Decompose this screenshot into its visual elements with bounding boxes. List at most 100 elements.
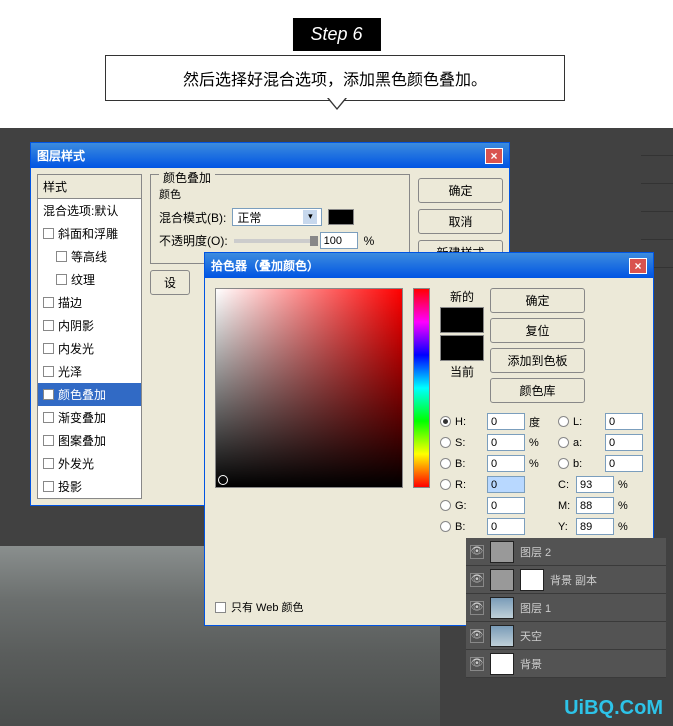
current-color-label: 当前 <box>450 363 474 380</box>
ok-button[interactable]: 确定 <box>418 178 503 203</box>
blend-mode-label: 混合模式(B): <box>159 209 226 226</box>
mask-thumb <box>520 569 544 591</box>
b2-radio[interactable] <box>440 521 451 532</box>
opacity-input[interactable] <box>320 232 358 249</box>
color-overlay-group: 颜色叠加 颜色 混合模式(B): 正常 ▾ 不透明度(O): % <box>150 174 410 264</box>
g-input[interactable] <box>487 497 525 514</box>
y-input[interactable] <box>576 518 614 535</box>
style-blend-default[interactable]: 混合选项:默认 <box>38 199 141 222</box>
s-radio[interactable] <box>440 437 451 448</box>
tool-button[interactable] <box>641 128 673 156</box>
color-sublabel: 颜色 <box>159 186 401 202</box>
layer-row[interactable]: 👁背景 副本 <box>466 566 666 594</box>
style-drop-shadow[interactable]: 投影 <box>38 475 141 498</box>
style-stroke[interactable]: 描边 <box>38 291 141 314</box>
l-input[interactable] <box>605 413 643 430</box>
c-input[interactable] <box>576 476 614 493</box>
pointer-icon <box>327 98 347 110</box>
l-radio[interactable] <box>558 416 569 427</box>
h-input[interactable] <box>487 413 525 430</box>
ok-button[interactable]: 确定 <box>490 288 585 313</box>
r-radio[interactable] <box>440 479 451 490</box>
add-swatch-button[interactable]: 添加到色板 <box>490 348 585 373</box>
style-texture[interactable]: 纹理 <box>38 268 141 291</box>
checkbox[interactable] <box>43 366 54 377</box>
dialog-title: 拾色器（叠加颜色） <box>211 257 319 274</box>
layer-row[interactable]: 👁背景 <box>466 650 666 678</box>
layer-thumb <box>490 569 514 591</box>
s-input[interactable] <box>487 434 525 451</box>
a-radio[interactable] <box>558 437 569 448</box>
eye-icon[interactable]: 👁 <box>470 573 484 587</box>
eye-icon[interactable]: 👁 <box>470 545 484 559</box>
checkbox[interactable] <box>56 274 67 285</box>
checkbox[interactable] <box>43 320 54 331</box>
b-input[interactable] <box>487 455 525 472</box>
checkbox[interactable] <box>43 412 54 423</box>
opacity-slider[interactable] <box>234 239 314 243</box>
dialog-title: 图层样式 <box>37 147 85 164</box>
eye-icon[interactable]: 👁 <box>470 657 484 671</box>
checkbox[interactable] <box>43 343 54 354</box>
instruction-box: 然后选择好混合选项，添加黑色颜色叠加。 <box>105 55 565 101</box>
hue-slider[interactable] <box>413 288 430 488</box>
checkbox[interactable] <box>43 435 54 446</box>
eye-icon[interactable]: 👁 <box>470 629 484 643</box>
layer-thumb <box>490 625 514 647</box>
style-inner-shadow[interactable]: 内阴影 <box>38 314 141 337</box>
styles-list: 样式 混合选项:默认 斜面和浮雕 等高线 纹理 描边 内阴影 内发光 光泽 颜色… <box>37 174 142 499</box>
style-satin[interactable]: 光泽 <box>38 360 141 383</box>
b2-input[interactable] <box>487 518 525 535</box>
checkbox[interactable] <box>43 458 54 469</box>
layers-panel: 👁图层 2 👁背景 副本 👁图层 1 👁天空 👁背景 <box>466 538 666 678</box>
checkbox[interactable] <box>56 251 67 262</box>
checkbox[interactable] <box>43 228 54 239</box>
reset-button[interactable]: 复位 <box>490 318 585 343</box>
web-only-label: 只有 Web 颜色 <box>231 599 304 615</box>
tool-button[interactable] <box>641 156 673 184</box>
web-only-checkbox[interactable] <box>215 602 226 613</box>
style-bevel[interactable]: 斜面和浮雕 <box>38 222 141 245</box>
layer-row[interactable]: 👁图层 1 <box>466 594 666 622</box>
style-gradient-overlay[interactable]: 渐变叠加 <box>38 406 141 429</box>
close-icon[interactable]: × <box>629 258 647 274</box>
style-pattern-overlay[interactable]: 图案叠加 <box>38 429 141 452</box>
dialog-titlebar[interactable]: 拾色器（叠加颜色） × <box>205 253 653 278</box>
color-field[interactable] <box>215 288 403 488</box>
r-input[interactable] <box>487 476 525 493</box>
checkbox[interactable] <box>43 389 54 400</box>
g-radio[interactable] <box>440 500 451 511</box>
watermark: UiBQ.CoM <box>564 697 663 720</box>
style-color-overlay[interactable]: 颜色叠加 <box>38 383 141 406</box>
style-contour[interactable]: 等高线 <box>38 245 141 268</box>
close-icon[interactable]: × <box>485 148 503 164</box>
b-radio[interactable] <box>440 458 451 469</box>
style-outer-glow[interactable]: 外发光 <box>38 452 141 475</box>
styles-header[interactable]: 样式 <box>38 175 141 199</box>
layer-row[interactable]: 👁图层 2 <box>466 538 666 566</box>
a-input[interactable] <box>605 434 643 451</box>
h-radio[interactable] <box>440 416 451 427</box>
lb-radio[interactable] <box>558 458 569 469</box>
blend-mode-select[interactable]: 正常 ▾ <box>232 208 322 226</box>
checkbox[interactable] <box>43 481 54 492</box>
tool-button[interactable] <box>641 184 673 212</box>
group-title: 颜色叠加 <box>159 169 215 186</box>
tool-button[interactable] <box>641 212 673 240</box>
lb-input[interactable] <box>605 455 643 472</box>
layer-thumb <box>490 597 514 619</box>
dialog-titlebar[interactable]: 图层样式 × <box>31 143 509 168</box>
eye-icon[interactable]: 👁 <box>470 601 484 615</box>
cancel-button[interactable]: 取消 <box>418 209 503 234</box>
checkbox[interactable] <box>43 297 54 308</box>
m-input[interactable] <box>576 497 614 514</box>
style-inner-glow[interactable]: 内发光 <box>38 337 141 360</box>
color-cursor-icon <box>218 475 228 485</box>
color-library-button[interactable]: 颜色库 <box>490 378 585 403</box>
new-color-swatch <box>440 307 484 333</box>
layer-thumb <box>490 541 514 563</box>
settings-button[interactable]: 设 <box>150 270 190 295</box>
layer-row[interactable]: 👁天空 <box>466 622 666 650</box>
chevron-down-icon: ▾ <box>303 210 317 224</box>
overlay-color-swatch[interactable] <box>328 209 354 225</box>
